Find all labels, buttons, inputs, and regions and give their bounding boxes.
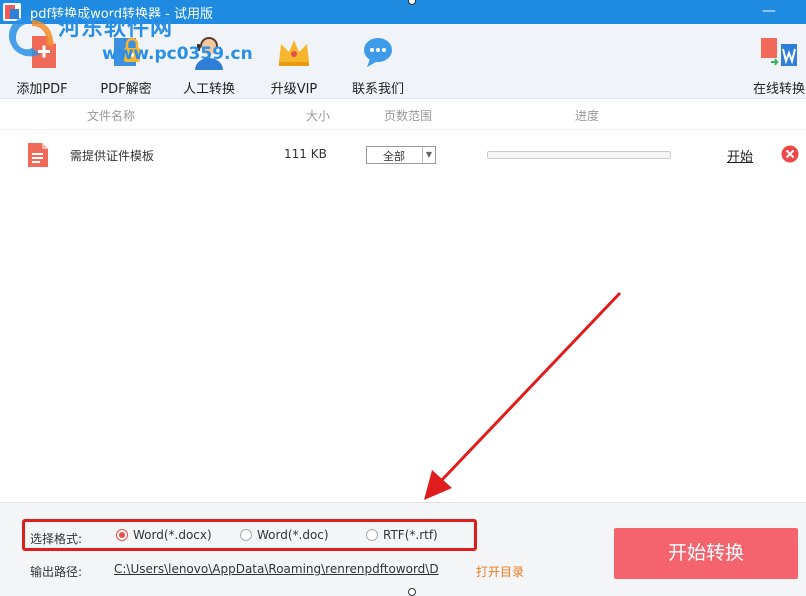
online-convert-icon — [759, 34, 799, 70]
progress-bar — [487, 151, 671, 159]
pdf-decrypt-label: PDF解密 — [97, 78, 155, 97]
add-pdf-label: 添加PDF — [13, 78, 71, 97]
page-range-select[interactable]: 全部 ▼ — [366, 146, 436, 164]
toolbar: 添加PDF PDF解密 人工转换 升级VIP — [0, 24, 806, 99]
column-header-progress: 进度 — [575, 107, 599, 124]
file-list-header: 文件名称 大小 页数范围 进度 — [0, 99, 806, 130]
upgrade-vip-label: 升级VIP — [265, 78, 323, 97]
start-link[interactable]: 开始 — [727, 146, 753, 165]
contact-us-icon — [358, 34, 398, 70]
pdf-decrypt-button[interactable]: PDF解密 — [97, 34, 155, 97]
file-list: 需提供证件模板 111 KB 全部 ▼ 开始 — [0, 130, 806, 502]
manual-convert-icon — [189, 34, 229, 70]
upgrade-vip-button[interactable]: 升级VIP — [265, 34, 323, 97]
upgrade-vip-icon — [274, 34, 314, 70]
column-header-size: 大小 — [306, 107, 330, 124]
contact-us-button[interactable]: 联系我们 — [349, 34, 407, 97]
manual-convert-label: 人工转换 — [180, 78, 238, 97]
page-range-value: 全部 — [383, 148, 405, 164]
pdf-decrypt-icon — [106, 34, 146, 70]
delete-icon[interactable] — [781, 145, 799, 163]
output-path-label: 输出路径: — [30, 563, 82, 580]
add-pdf-button[interactable]: 添加PDF — [13, 34, 71, 97]
annotation-highlight-box — [22, 519, 477, 551]
file-name: 需提供证件模板 — [70, 147, 154, 164]
window-title: pdf转换成word转换器 - 试用版 — [30, 3, 213, 22]
start-convert-button[interactable]: 开始转换 — [614, 528, 798, 579]
online-convert-label: 在线转换 — [752, 78, 806, 97]
contact-us-label: 联系我们 — [349, 78, 407, 97]
output-path-field[interactable]: C:\Users\lenovo\AppData\Roaming\renrenpd… — [114, 562, 469, 576]
add-pdf-icon — [22, 34, 62, 70]
bottom-panel: 选择格式: Word(*.docx) Word(*.doc) RTF(*.rtf… — [0, 502, 806, 596]
column-header-pages: 页数范围 — [384, 107, 432, 124]
column-header-name: 文件名称 — [87, 107, 135, 124]
title-bar: pdf转换成word转换器 - 试用版 — — [0, 0, 806, 24]
table-row[interactable]: 需提供证件模板 111 KB 全部 ▼ 开始 — [0, 130, 806, 176]
app-icon — [2, 2, 22, 22]
manual-convert-button[interactable]: 人工转换 — [180, 34, 238, 97]
dropdown-arrow-icon[interactable]: ▼ — [422, 147, 435, 163]
online-convert-button[interactable]: 在线转换 — [752, 34, 806, 97]
file-size: 111 KB — [284, 147, 327, 161]
open-directory-link[interactable]: 打开目录 — [476, 563, 524, 580]
minimize-button[interactable]: — — [762, 3, 776, 19]
pdf-file-icon — [26, 142, 50, 168]
